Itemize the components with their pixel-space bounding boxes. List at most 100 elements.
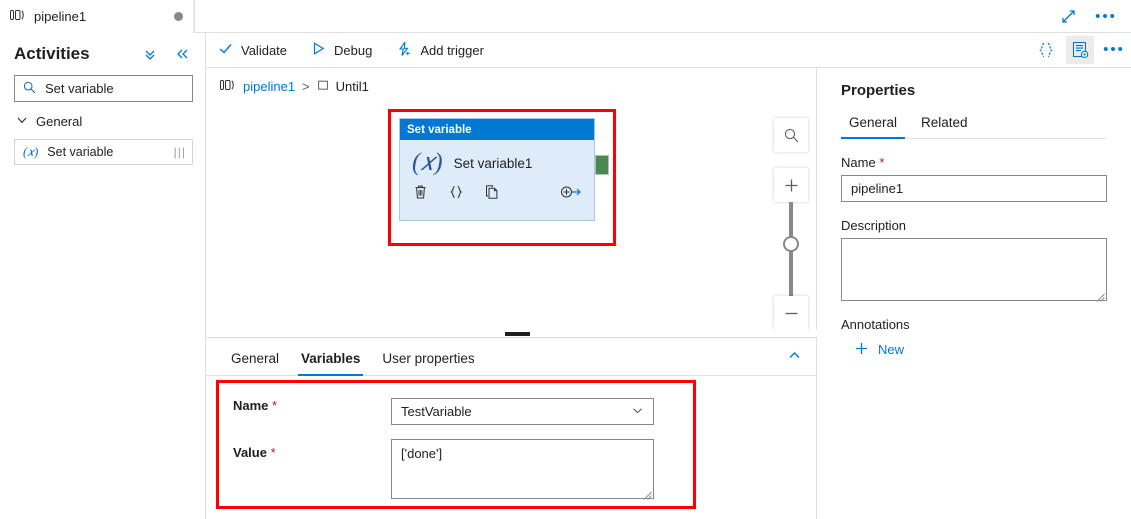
ellipsis-icon[interactable]: ••• xyxy=(1100,36,1128,64)
tab-user-properties[interactable]: User properties xyxy=(371,351,485,375)
activity-list: (𝑥) Set variable ||| xyxy=(0,135,205,165)
variable-name-dropdown[interactable]: TestVariable xyxy=(391,398,654,425)
activity-item-label: Set variable xyxy=(47,145,114,159)
search-icon xyxy=(23,81,36,97)
tab-strip-actions: ••• xyxy=(194,0,1131,33)
activities-header: Activities xyxy=(0,33,205,71)
name-required-star: * xyxy=(272,398,278,413)
set-variable-fx-icon: (𝑥) xyxy=(23,144,39,159)
pipeline-icon xyxy=(220,79,236,94)
validate-button[interactable]: Validate xyxy=(206,33,299,67)
ellipsis-glyph: ••• xyxy=(1103,41,1125,58)
chevron-down-icon xyxy=(16,114,28,129)
tab-pipeline1[interactable]: pipeline1 xyxy=(0,0,194,33)
chevron-up-icon[interactable] xyxy=(787,348,816,375)
breadcrumb: pipeline1 > Until1 xyxy=(220,79,369,94)
breadcrumb-current-until1: Until1 xyxy=(335,79,369,94)
debug-label: Debug xyxy=(334,42,373,58)
activity-node-set-variable1[interactable]: Set variable (𝑥) Set variable1 xyxy=(399,118,595,221)
tab-general[interactable]: General xyxy=(220,351,290,375)
value-field-label: Value * xyxy=(216,439,391,460)
value-required-star: * xyxy=(270,445,276,460)
app-root: pipeline1 ••• Activities Set variable Ge… xyxy=(0,0,1131,519)
name-field-label: Name * xyxy=(216,398,391,413)
field-row-value: Value * ['done'] xyxy=(216,425,696,500)
activity-group-label: General xyxy=(36,114,83,129)
field-row-name: Name * TestVariable xyxy=(216,380,696,425)
resize-grip-icon[interactable] xyxy=(1096,290,1105,302)
properties-tab-general[interactable]: General xyxy=(841,115,906,139)
activity-item-set-variable[interactable]: (𝑥) Set variable ||| xyxy=(14,139,193,165)
properties-tab-bar: General Related xyxy=(841,115,1106,139)
node-body: (𝑥) Set variable1 xyxy=(400,140,594,177)
ellipsis-icon[interactable]: ••• xyxy=(1095,6,1117,28)
lightning-bolt-icon xyxy=(396,41,412,60)
value-label-text: Value xyxy=(233,445,267,460)
success-output-port[interactable] xyxy=(595,155,609,175)
double-chevron-left-icon[interactable] xyxy=(171,43,193,65)
name-label-text: Name xyxy=(233,398,269,413)
ellipsis-glyph: ••• xyxy=(1095,7,1117,25)
properties-panel-icon[interactable] xyxy=(1066,36,1094,64)
variable-name-value: TestVariable xyxy=(401,404,472,419)
canvas-splitter[interactable] xyxy=(206,330,817,337)
properties-name-label: Name * xyxy=(841,155,1106,170)
search-input[interactable] xyxy=(43,80,184,97)
add-annotation-label: New xyxy=(878,342,905,357)
add-output-icon[interactable] xyxy=(560,184,594,203)
zoom-out-button[interactable] xyxy=(774,296,808,330)
properties-description-textarea[interactable] xyxy=(841,238,1107,302)
activities-search-box[interactable] xyxy=(14,75,193,102)
tab-strip: pipeline1 ••• xyxy=(0,0,1131,33)
properties-panel: Properties General Related Name * pipeli… xyxy=(818,68,1131,519)
debug-button[interactable]: Debug xyxy=(299,33,384,67)
splitter-grip[interactable] xyxy=(505,332,530,336)
set-variable-fx-icon: (𝑥) xyxy=(412,149,443,176)
activity-detail-pane: General Variables User properties Name *… xyxy=(206,337,817,519)
node-action-icons xyxy=(400,177,594,203)
resize-grip-icon[interactable] xyxy=(643,488,652,500)
activity-group-general[interactable]: General xyxy=(0,102,205,135)
variable-value-textarea[interactable]: ['done'] xyxy=(391,439,654,500)
expand-diagonal-icon[interactable] xyxy=(1057,6,1079,28)
checkmark-icon xyxy=(218,41,233,59)
tab-label: pipeline1 xyxy=(34,9,87,24)
activities-header-actions xyxy=(139,43,193,65)
properties-description-label: Description xyxy=(841,218,907,233)
activities-search-wrapper xyxy=(0,71,205,102)
properties-name-required-star: * xyxy=(879,155,885,170)
zoom-slider-thumb[interactable] xyxy=(783,236,799,252)
properties-annotations-label: Annotations xyxy=(841,317,910,332)
properties-name-value: pipeline1 xyxy=(851,181,904,196)
variables-form: Name * TestVariable Value * ['done'] xyxy=(216,380,696,500)
zoom-in-button[interactable] xyxy=(774,168,808,202)
until-activity-icon xyxy=(317,79,329,94)
pipeline-icon xyxy=(10,9,26,24)
delete-icon[interactable] xyxy=(413,184,428,203)
double-chevron-down-icon[interactable] xyxy=(139,43,161,65)
zoom-to-fit-icon[interactable] xyxy=(774,118,808,152)
add-trigger-label: Add trigger xyxy=(420,42,484,58)
copy-icon[interactable] xyxy=(484,184,500,203)
add-trigger-button[interactable]: Add trigger xyxy=(384,33,496,67)
command-bar-right: ••• xyxy=(1029,33,1131,67)
code-braces-icon[interactable] xyxy=(448,184,464,203)
activities-panel: Activities Set variable General (𝑥) Set … xyxy=(0,33,206,519)
pipeline-canvas[interactable]: pipeline1 > Until1 Set variable (𝑥) Set … xyxy=(206,68,817,336)
code-braces-icon[interactable] xyxy=(1032,36,1060,64)
breadcrumb-link-pipeline1[interactable]: pipeline1 xyxy=(243,79,295,94)
properties-name-input[interactable]: pipeline1 xyxy=(841,175,1107,202)
activities-title: Activities xyxy=(14,44,90,63)
node-header: Set variable xyxy=(400,119,594,140)
command-bar: Validate Debug Add trigger ••• xyxy=(206,33,1131,68)
tab-variables[interactable]: Variables xyxy=(290,351,371,376)
drag-grip-icon[interactable]: ||| xyxy=(174,145,186,159)
add-annotation-button[interactable]: New xyxy=(841,341,1106,358)
variable-value-text: ['done'] xyxy=(401,446,443,461)
play-triangle-icon xyxy=(311,41,326,59)
plus-icon xyxy=(854,341,869,358)
properties-tab-related[interactable]: Related xyxy=(913,115,976,138)
node-name-label: Set variable1 xyxy=(453,155,533,171)
detail-tab-bar: General Variables User properties xyxy=(206,338,816,376)
chevron-down-icon xyxy=(631,404,644,420)
